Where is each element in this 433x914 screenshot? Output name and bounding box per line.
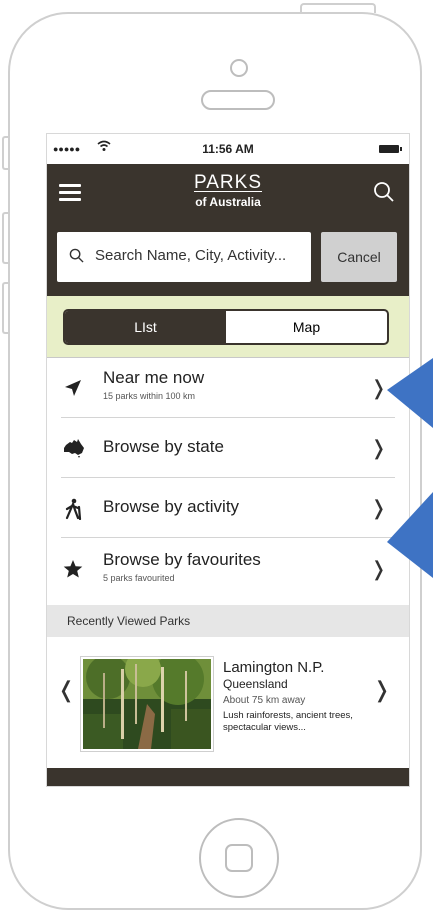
park-distance: About 75 km away: [223, 695, 306, 706]
annotation-arrow-lower: [387, 492, 433, 578]
app-subtitle: of Australia: [195, 195, 261, 209]
menu-item-subtitle: 5 parks favourited: [103, 573, 175, 583]
menu-item-browse-activity[interactable]: Browse by activity ❭: [61, 478, 395, 538]
park-info[interactable]: Lamington N.P. Queensland About 75 km aw…: [223, 659, 353, 734]
nav-bar: PARKS of Australia: [47, 164, 409, 224]
battery-icon: [379, 145, 402, 153]
recent-parks-carousel: ❬ Lamington N.P. Queensland About 75 km …: [47, 637, 409, 786]
chevron-right-icon: ❭: [370, 437, 387, 459]
list-tab[interactable]: LIst: [65, 311, 226, 343]
annotation-arrow-upper: [387, 358, 433, 428]
home-button-icon: [225, 844, 253, 872]
menu-item-label: Browse by state: [103, 437, 224, 456]
bottom-bar: [47, 768, 409, 786]
search-bar: Cancel: [47, 224, 409, 296]
search-field-icon: [69, 248, 84, 268]
location-arrow-icon: [63, 378, 83, 398]
map-tab[interactable]: Map: [226, 311, 387, 343]
menu-item-label: Browse by activity: [103, 497, 240, 516]
app-title: PARKS: [193, 172, 262, 193]
hiker-icon: [63, 498, 83, 520]
cancel-button[interactable]: Cancel: [321, 232, 397, 282]
recent-parks-header: Recently Viewed Parks: [47, 605, 409, 637]
menu-item-subtitle: 15 parks within 100 km: [103, 391, 196, 401]
status-bar: ●●●●● 11:56 AM: [47, 134, 409, 164]
search-field[interactable]: [57, 232, 311, 282]
park-state: Queensland: [223, 677, 288, 691]
park-name: Lamington N.P.: [223, 659, 325, 676]
list-map-toggle: LIst Map: [63, 309, 389, 345]
earpiece-speaker: [201, 90, 275, 110]
australia-map-icon: [63, 438, 84, 458]
front-camera: [230, 59, 248, 77]
menu-item-browse-state[interactable]: Browse by state ❭: [61, 418, 395, 478]
menu-item-label: Near me now: [103, 368, 205, 387]
search-icon[interactable]: [373, 181, 395, 203]
carousel-prev-icon[interactable]: ❬: [57, 677, 75, 703]
view-toggle-row: LIst Map: [47, 296, 409, 358]
star-icon: [63, 559, 83, 579]
home-button[interactable]: [199, 818, 279, 898]
menu-item-near-me[interactable]: Near me now 15 parks within 100 km ❭: [61, 358, 395, 418]
menu-item-browse-favourites[interactable]: Browse by favourites 5 parks favourited …: [61, 538, 395, 600]
carousel-next-icon[interactable]: ❭: [373, 677, 391, 703]
park-description: Lush rainforests, ancient trees, spectac…: [223, 710, 353, 733]
menu-item-label: Browse by favourites: [103, 550, 261, 569]
status-time: 11:56 AM: [202, 142, 254, 156]
search-input[interactable]: [95, 247, 305, 264]
park-photo[interactable]: [81, 651, 213, 751]
app-screen: ●●●●● 11:56 AM PARKS of Australia Cancel…: [46, 133, 410, 787]
app-brand: PARKS of Australia: [47, 172, 409, 209]
